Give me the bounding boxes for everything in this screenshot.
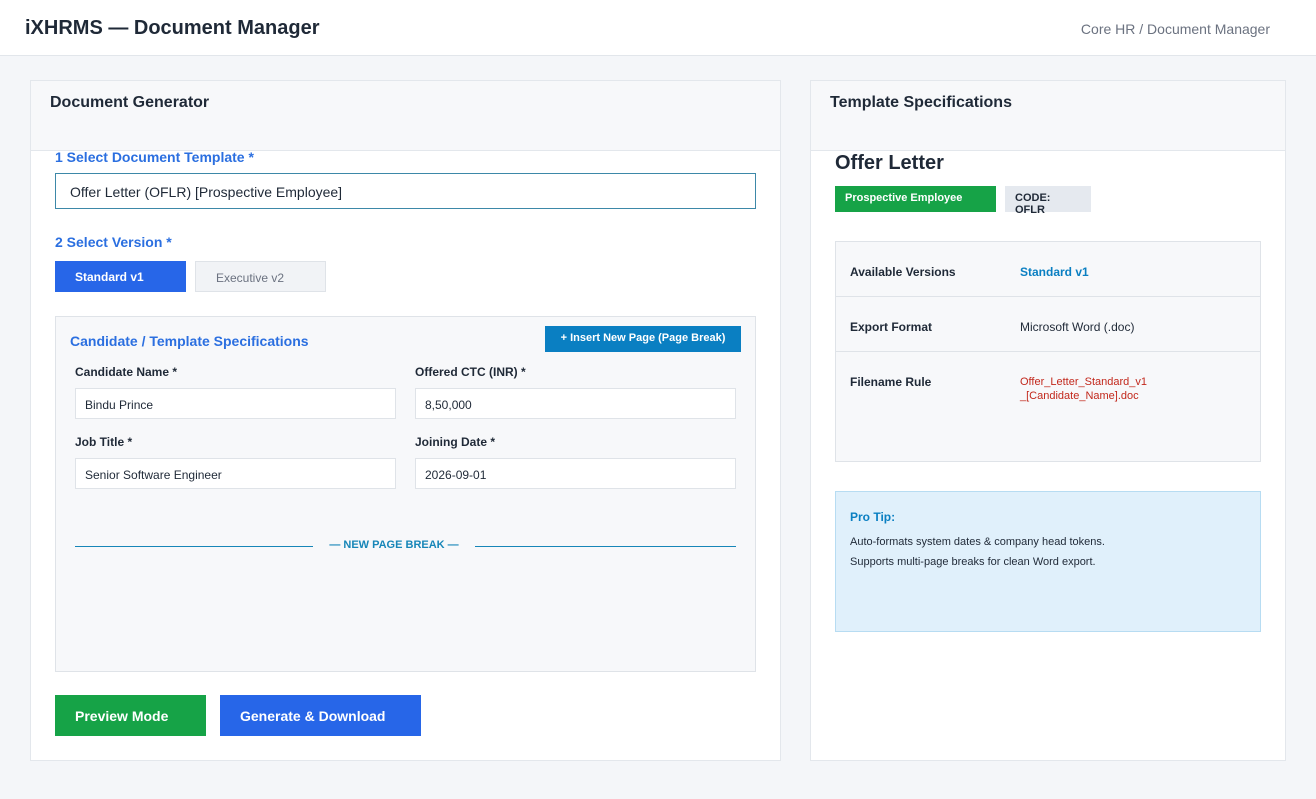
category-badge: Prospective Employee	[835, 186, 996, 212]
page-break-label: — NEW PAGE BREAK —	[313, 538, 475, 554]
table-row: Export Format Microsoft Word (.doc)	[836, 297, 1260, 352]
row-key: Export Format	[850, 320, 933, 334]
spec-section-title: Candidate / Template Specifications	[70, 333, 309, 349]
table-row: Available Versions Standard v1	[836, 242, 1260, 297]
offered-ctc-input[interactable]: 8,50,000	[415, 388, 736, 419]
document-name: Offer Letter	[835, 152, 944, 174]
tip-line: Supports multi-page breaks for clean Wor…	[850, 556, 1096, 568]
panel-title: Document Generator	[50, 94, 210, 111]
breadcrumb[interactable]: Core HR / Document Manager	[1081, 21, 1270, 37]
filename-rule-line-2: _[Candidate_Name].doc	[1020, 390, 1139, 402]
joining-date-input[interactable]: 2026-09-01	[415, 458, 736, 489]
filename-rule-line-1: Offer_Letter_Standard_v1	[1020, 376, 1147, 388]
row-value: Microsoft Word (.doc)	[1020, 320, 1135, 334]
preview-mode-button[interactable]: Preview Mode	[55, 695, 206, 736]
pro-tip-box: Pro Tip: Auto-formats system dates & com…	[835, 491, 1261, 632]
generate-download-button[interactable]: Generate & Download	[220, 695, 421, 736]
step-2-label: 2 Select Version *	[55, 234, 172, 250]
table-row: Filename Rule Offer_Letter_Standard_v1 _…	[836, 352, 1260, 461]
row-key: Available Versions	[850, 265, 956, 279]
panel-title: Template Specifications	[830, 94, 1012, 111]
candidate-spec-section: Candidate / Template Specifications + In…	[55, 316, 756, 672]
candidate-name-label: Candidate Name *	[75, 365, 178, 379]
tip-title: Pro Tip:	[850, 510, 896, 524]
insert-page-break-button[interactable]: + Insert New Page (Page Break)	[545, 326, 741, 352]
top-bar: iXHRMS — Document Manager Core HR / Docu…	[0, 0, 1316, 56]
candidate-name-input[interactable]: Bindu Prince	[75, 388, 396, 419]
step-1-label: 1 Select Document Template *	[55, 149, 254, 165]
document-generator-panel: Document Generator 1 Select Document Tem…	[30, 80, 781, 761]
template-select[interactable]: Offer Letter (OFLR) [Prospective Employe…	[55, 173, 756, 209]
template-specifications-panel: Template Specifications Offer Letter Pro…	[810, 80, 1286, 761]
job-title-label: Job Title *	[75, 435, 133, 449]
offered-ctc-label: Offered CTC (INR) *	[415, 365, 526, 379]
joining-date-label: Joining Date *	[415, 435, 496, 449]
specs-table: Available Versions Standard v1 Export Fo…	[835, 241, 1261, 462]
tip-line: Auto-formats system dates & company head…	[850, 536, 1105, 548]
panel-header: Template Specifications	[811, 81, 1285, 151]
row-key: Filename Rule	[850, 375, 932, 389]
version-executive-v2-button[interactable]: Executive v2	[195, 261, 326, 292]
code-badge: CODE: OFLR	[1005, 186, 1091, 216]
version-standard-v1-button[interactable]: Standard v1	[55, 261, 186, 292]
panel-header: Document Generator	[31, 81, 780, 151]
app-title: iXHRMS — Document Manager	[25, 17, 320, 39]
row-value: Standard v1	[1020, 265, 1089, 279]
job-title-input[interactable]: Senior Software Engineer	[75, 458, 396, 489]
